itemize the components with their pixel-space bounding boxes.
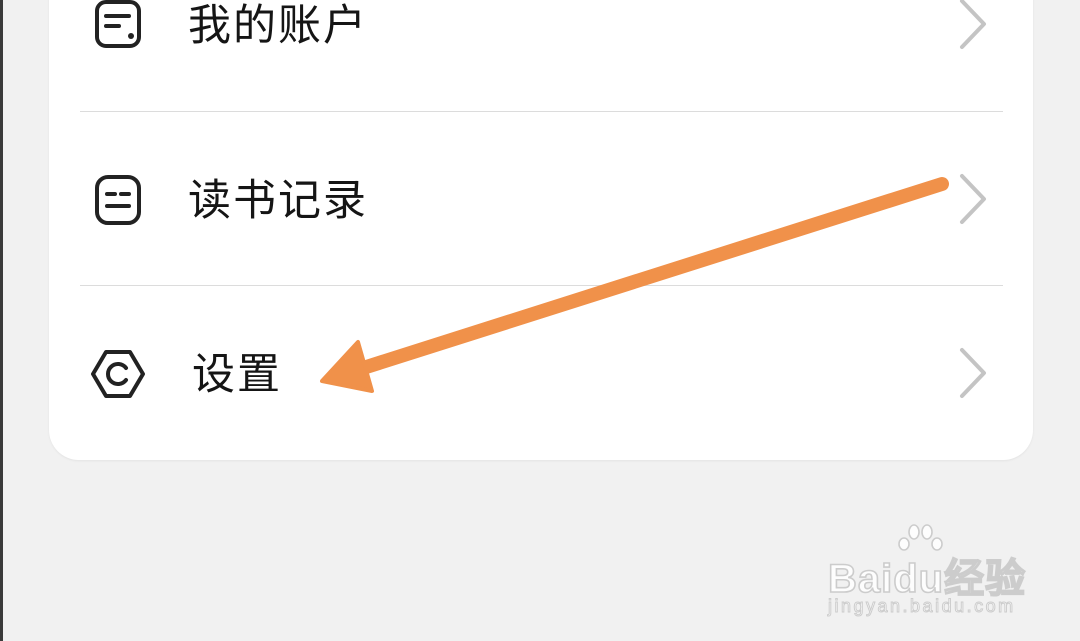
reading-record-icon (91, 173, 145, 227)
menu-item-reading-record[interactable]: 读书记录 (49, 112, 1033, 286)
menu-item-label: 读书记录 (188, 176, 368, 226)
menu-item-label: 设置 (192, 350, 282, 400)
chevron-right-icon (954, 0, 990, 51)
chevron-right-icon (954, 346, 990, 400)
screen-left-edge (0, 0, 3, 641)
settings-hexagon-icon (91, 347, 145, 401)
chevron-right-icon (954, 172, 990, 226)
menu-item-label: 我的账户 (188, 1, 368, 51)
account-card-icon (91, 0, 145, 52)
menu-card: 我的账户 读书记录 设置 (49, 0, 1033, 460)
menu-item-settings[interactable]: 设置 (49, 286, 1033, 460)
baidu-watermark: Baidu经验 jingyan.baidu.com (827, 522, 1028, 622)
watermark-url: jingyan.baidu.com (828, 596, 1016, 617)
